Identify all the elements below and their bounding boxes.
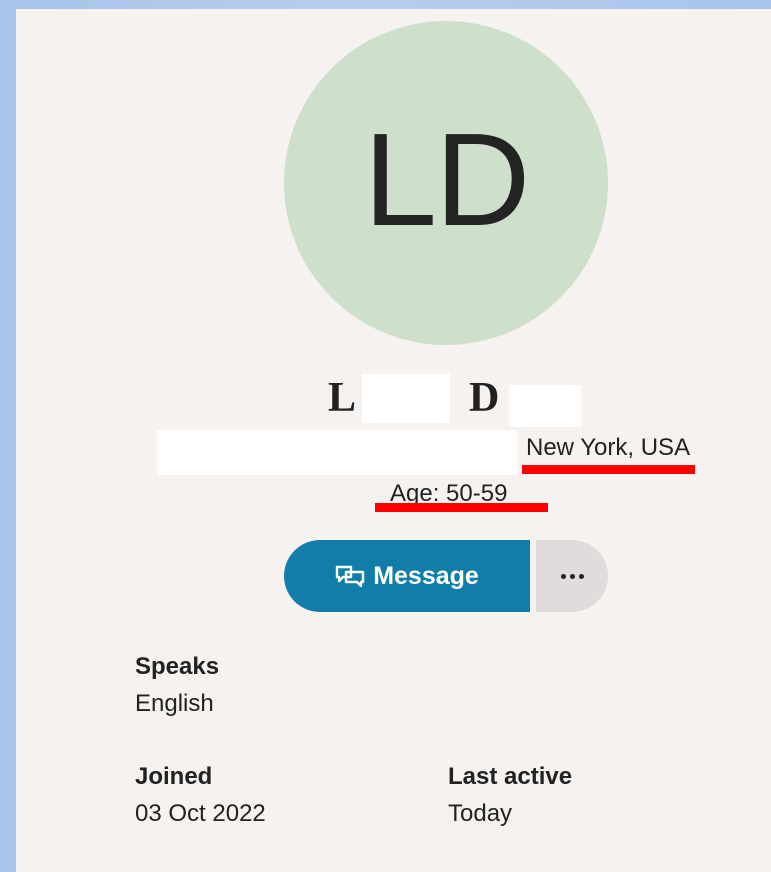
name-first-initial: L xyxy=(328,375,357,421)
name-last-initial: D xyxy=(469,375,500,421)
ellipsis-dot xyxy=(578,573,584,579)
speaks-value: English xyxy=(135,690,214,717)
message-button[interactable]: Message xyxy=(284,540,530,612)
joined-value: 03 Oct 2022 xyxy=(135,800,266,827)
profile-card: LD L D New York, USA Age: 50-59 Message … xyxy=(16,9,771,872)
ellipsis-dot xyxy=(560,573,566,579)
last-active-label: Last active xyxy=(448,763,573,790)
profile-location: New York, USA xyxy=(526,434,691,461)
more-options-button[interactable] xyxy=(536,540,608,612)
avatar-initials: LD xyxy=(363,106,531,253)
ellipsis-dot xyxy=(569,573,575,579)
avatar: LD xyxy=(284,21,608,345)
age-underline xyxy=(375,503,548,512)
redaction-block-name-first xyxy=(362,374,450,423)
chat-icon xyxy=(335,565,365,587)
joined-label: Joined xyxy=(135,763,213,790)
redaction-block-location-prefix xyxy=(157,430,517,475)
message-button-label: Message xyxy=(373,561,479,590)
speaks-label: Speaks xyxy=(135,653,220,680)
redaction-block-name-last xyxy=(509,385,581,427)
last-active-value: Today xyxy=(448,800,513,827)
ellipsis-icon xyxy=(560,573,584,579)
location-underline xyxy=(522,465,695,474)
